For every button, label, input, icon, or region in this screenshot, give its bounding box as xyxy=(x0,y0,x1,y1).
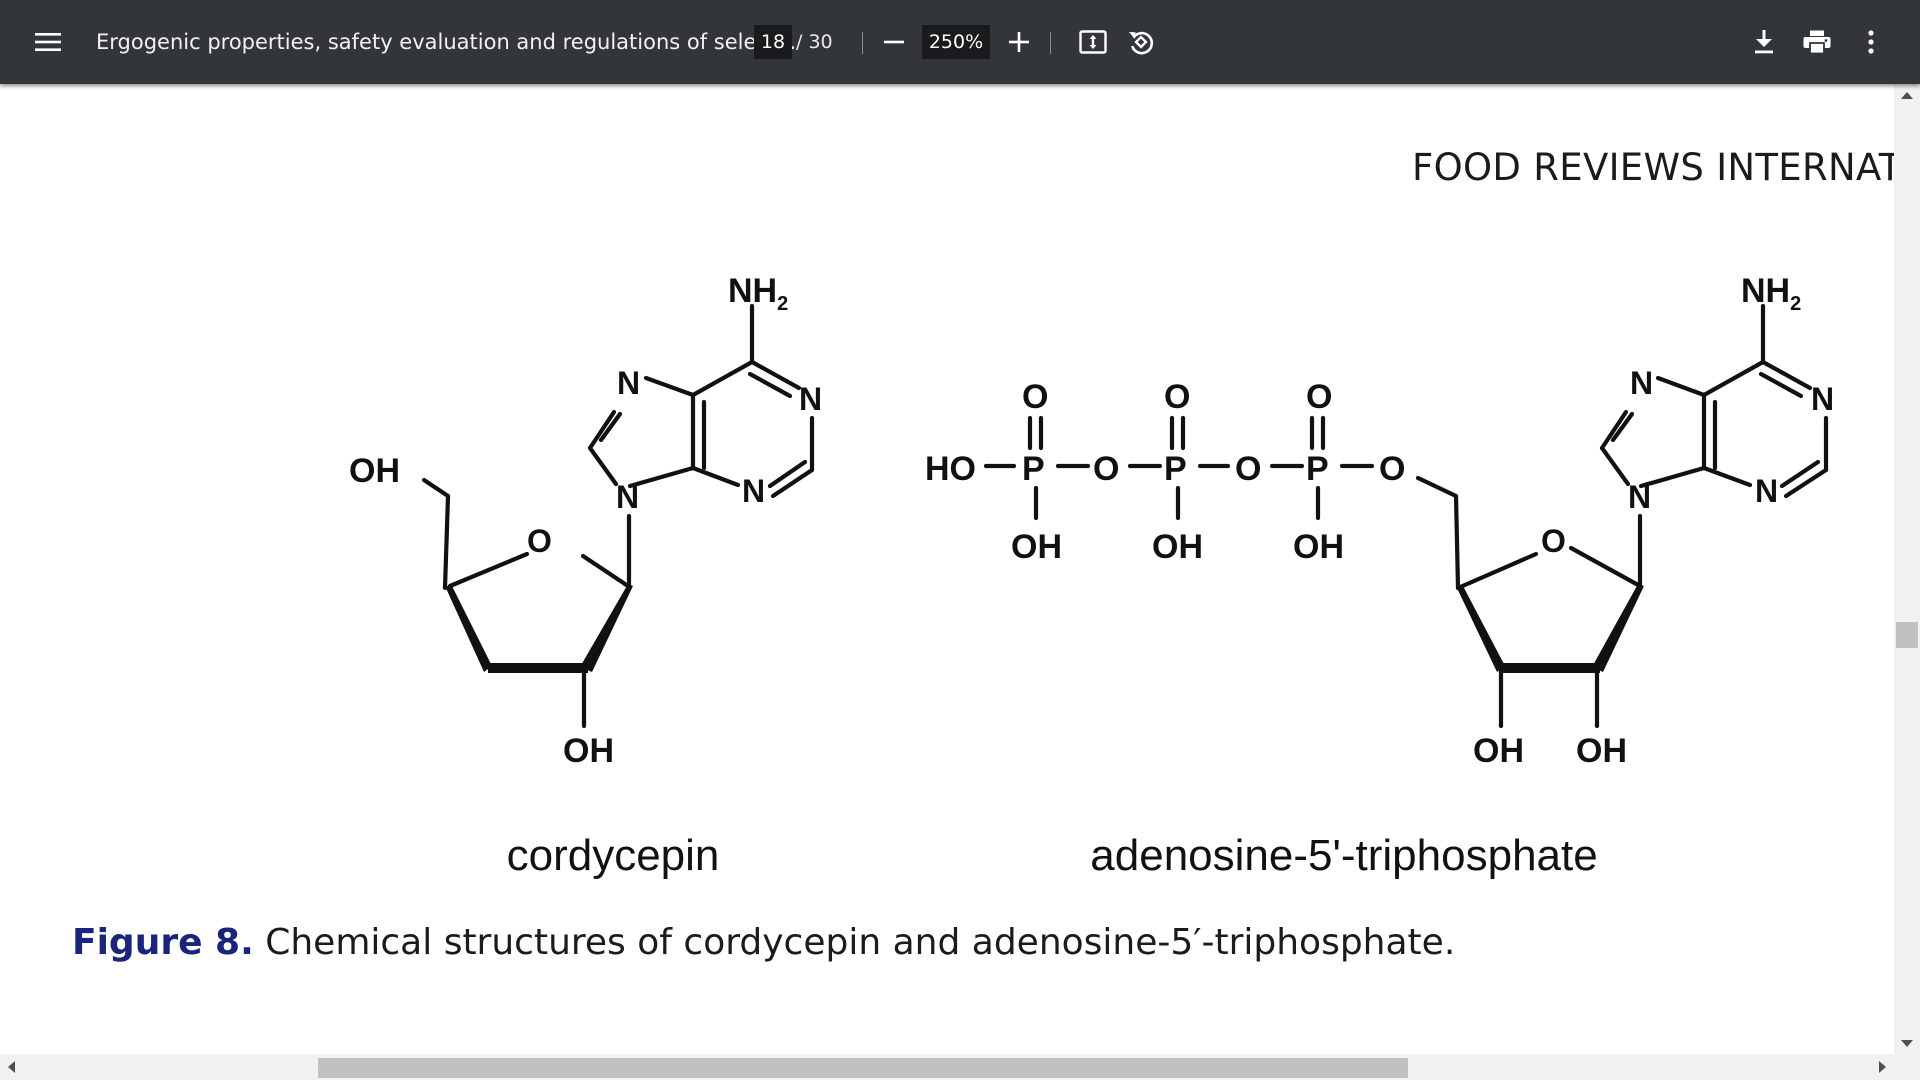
svg-text:N: N xyxy=(1628,479,1651,515)
vertical-scrollbar[interactable] xyxy=(1894,84,1920,1054)
svg-text:N: N xyxy=(617,365,640,401)
minus-icon[interactable] xyxy=(874,22,914,62)
svg-text:OH: OH xyxy=(1293,528,1344,566)
svg-text:P: P xyxy=(1306,450,1329,488)
svg-text:O: O xyxy=(1022,378,1048,416)
toolbar-divider xyxy=(1050,32,1051,54)
svg-text:N: N xyxy=(616,479,639,515)
scroll-left-arrow-icon[interactable] xyxy=(8,1061,15,1073)
svg-text:O: O xyxy=(1093,450,1119,488)
svg-text:HO: HO xyxy=(925,450,976,488)
scroll-right-arrow-icon[interactable] xyxy=(1879,1061,1886,1073)
svg-text:N: N xyxy=(742,473,765,509)
svg-text:O: O xyxy=(1379,450,1405,488)
svg-text:OH: OH xyxy=(563,732,614,770)
svg-text:N: N xyxy=(1811,381,1834,417)
download-icon[interactable] xyxy=(1744,22,1784,62)
atp-bonds xyxy=(983,303,1829,729)
svg-text:N: N xyxy=(1630,365,1653,401)
cordycepin-wedges xyxy=(445,584,633,673)
atp-name: adenosine-5'-triphosphate xyxy=(1090,831,1597,880)
svg-text:NH2: NH2 xyxy=(728,272,788,315)
menu-icon[interactable] xyxy=(28,22,68,62)
document-title: Ergogenic properties, safety evaluation … xyxy=(96,30,797,54)
svg-text:P: P xyxy=(1164,450,1187,488)
plus-icon[interactable] xyxy=(999,22,1039,62)
zoom-input[interactable] xyxy=(922,25,990,59)
svg-text:NH2: NH2 xyxy=(1741,272,1801,315)
page-total: / 30 xyxy=(796,31,833,53)
svg-text:N: N xyxy=(799,381,822,417)
svg-text:OH: OH xyxy=(349,452,400,490)
toolbar-divider xyxy=(862,32,863,54)
pdf-toolbar: Ergogenic properties, safety evaluation … xyxy=(0,0,1920,84)
print-icon[interactable] xyxy=(1797,22,1837,62)
svg-text:OH: OH xyxy=(1473,732,1524,770)
figure-caption-label: Figure 8. xyxy=(72,922,254,963)
svg-text:O: O xyxy=(527,523,552,559)
svg-text:O: O xyxy=(1235,450,1261,488)
cordycepin-name: cordycepin xyxy=(507,831,720,880)
figure-caption: Figure 8. Chemical structures of cordyce… xyxy=(72,922,1455,963)
scroll-down-arrow-icon[interactable] xyxy=(1901,1040,1913,1047)
page-number-input[interactable] xyxy=(754,25,792,59)
more-vert-icon[interactable] xyxy=(1851,22,1891,62)
rotate-icon[interactable] xyxy=(1121,22,1161,62)
vertical-scroll-thumb[interactable] xyxy=(1896,622,1918,648)
atp-atom-labels: HO P O OH O P O OH O P O OH O O OH OH N … xyxy=(925,272,1834,770)
svg-text:OH: OH xyxy=(1152,528,1203,566)
svg-text:O: O xyxy=(1164,378,1190,416)
svg-text:OH: OH xyxy=(1576,732,1627,770)
svg-text:O: O xyxy=(1306,378,1332,416)
svg-text:N: N xyxy=(1755,473,1778,509)
scroll-up-arrow-icon[interactable] xyxy=(1901,92,1913,99)
svg-text:P: P xyxy=(1022,450,1045,488)
svg-text:O: O xyxy=(1541,523,1566,559)
svg-text:OH: OH xyxy=(1011,528,1062,566)
horizontal-scroll-thumb[interactable] xyxy=(318,1058,1408,1078)
atp-wedges xyxy=(1456,584,1644,673)
chemical-structures-figure: OH O OH N N N N NH2 HO P O OH O P O OH O… xyxy=(349,272,1834,880)
figure-caption-text: Chemical structures of cordycepin and ad… xyxy=(265,922,1456,963)
fit-page-icon[interactable] xyxy=(1073,22,1113,62)
